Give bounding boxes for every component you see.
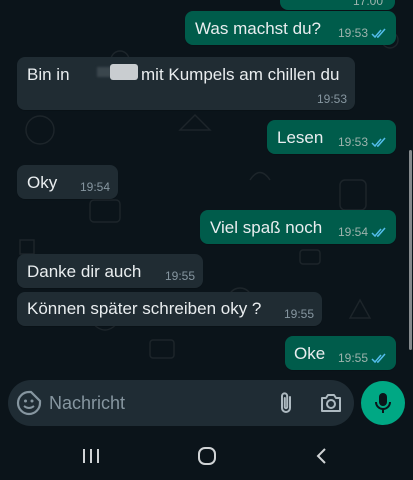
message-time: 19:55 — [283, 307, 314, 321]
home-icon[interactable] — [195, 446, 219, 466]
message-text: Oke — [294, 344, 326, 363]
message-text: Lesen — [277, 128, 324, 147]
message-bubble-partial[interactable]: 17:00 — [280, 0, 395, 10]
message-text: Danke dir auch — [27, 262, 142, 281]
back-icon[interactable] — [310, 446, 334, 466]
message-text: Können später schreiben oky ? — [27, 299, 262, 318]
message-text-start: Bin in — [27, 65, 70, 84]
read-receipt-icon — [371, 137, 386, 147]
message-text: Viel spaß noch — [210, 218, 323, 237]
message-bubble-incoming[interactable]: Bin in mit Kumpels am chillen du 19:53 — [17, 57, 355, 110]
paperclip-icon[interactable] — [276, 391, 298, 415]
message-time: 19:55 — [337, 351, 368, 365]
recent-apps-icon[interactable] — [79, 446, 103, 466]
read-receipt-icon — [371, 227, 386, 237]
message-time: 19:55 — [164, 269, 195, 283]
message-meta: 19:55 — [338, 351, 388, 365]
read-receipt-icon — [371, 353, 386, 363]
message-time: 19:54 — [337, 225, 368, 239]
voice-message-button[interactable] — [361, 381, 405, 425]
message-text: Was machst du? — [195, 19, 321, 38]
message-bubble-outgoing[interactable]: Was machst du? 19:53 — [185, 11, 396, 45]
message-bubble-incoming[interactable]: Können später schreiben oky ? 19:55 — [17, 292, 322, 326]
message-time: 19:53 — [337, 26, 368, 40]
microphone-icon — [375, 393, 391, 413]
message-time: 19:53 — [337, 135, 368, 149]
read-receipt-icon — [371, 28, 386, 38]
message-time: 19:53 — [316, 92, 347, 106]
system-navigation-bar — [0, 432, 413, 480]
message-meta: 19:54 — [338, 225, 388, 239]
message-text: Oky — [27, 173, 58, 192]
camera-icon[interactable] — [319, 392, 343, 414]
message-bubble-incoming[interactable]: Danke dir auch 19:55 — [17, 254, 203, 288]
scrollbar[interactable] — [409, 150, 412, 350]
message-meta: 19:53 — [338, 26, 388, 40]
message-input[interactable]: Nachricht — [49, 393, 125, 414]
redacted-area — [110, 64, 138, 80]
message-bubble-outgoing[interactable]: Lesen 19:53 — [267, 120, 396, 154]
message-time: 17:00 — [352, 0, 383, 8]
sticker-icon[interactable] — [16, 390, 42, 416]
message-list[interactable]: 17:00 Was machst du? 19:53 Bin in mit Ku… — [0, 0, 413, 380]
message-bubble-outgoing[interactable]: Viel spaß noch 19:54 — [200, 210, 396, 244]
message-bubble-incoming[interactable]: Oky 19:54 — [17, 165, 118, 199]
message-meta: 19:53 — [338, 135, 388, 149]
message-time: 19:54 — [79, 180, 110, 194]
message-text-end: mit Kumpels am chillen du — [141, 65, 340, 84]
message-composer[interactable]: Nachricht — [8, 380, 354, 426]
message-bubble-outgoing[interactable]: Oke 19:55 — [285, 336, 396, 370]
